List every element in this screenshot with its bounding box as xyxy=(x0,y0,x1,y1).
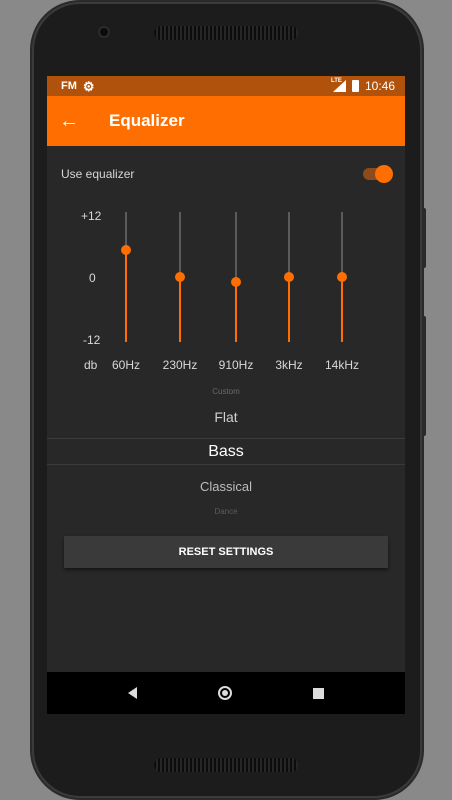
reset-settings-button[interactable]: RESET SETTINGS xyxy=(64,536,388,568)
navigation-bar xyxy=(47,672,405,714)
equalizer-toggle[interactable] xyxy=(363,164,393,184)
nav-home-icon[interactable] xyxy=(217,686,232,700)
signal-icon: LTE xyxy=(331,78,346,92)
preset-custom[interactable]: Custom xyxy=(47,387,405,396)
slider-thumb[interactable] xyxy=(231,277,241,288)
use-equalizer-row: Use equalizer xyxy=(61,164,393,184)
slider-thumb[interactable] xyxy=(337,272,347,282)
preset-bass-selected[interactable]: Bass xyxy=(47,443,405,461)
front-camera xyxy=(98,26,110,38)
fm-badge: FM xyxy=(61,80,77,92)
slider-fill xyxy=(179,277,181,342)
scale-max-label: +12 xyxy=(81,209,102,223)
slider-fill xyxy=(288,277,290,342)
band-slider-910hz[interactable] xyxy=(229,212,243,342)
status-bar: FM ⚙ LTE 10:46 xyxy=(47,76,405,96)
battery-icon xyxy=(351,80,359,92)
power-button xyxy=(422,208,426,268)
app-toolbar: ← Equalizer xyxy=(47,96,405,146)
preset-flat[interactable]: Flat xyxy=(47,409,405,425)
slider-thumb[interactable] xyxy=(121,244,131,255)
band-slider-14khz[interactable] xyxy=(335,212,349,342)
slider-thumb[interactable] xyxy=(175,272,185,282)
band-slider-60hz[interactable] xyxy=(119,212,133,342)
clock: 10:46 xyxy=(364,79,395,93)
back-arrow-icon[interactable]: ← xyxy=(47,110,91,133)
band-label-3khz: 3kHz xyxy=(275,358,303,372)
band-label-230hz: 230Hz xyxy=(162,358,198,372)
nav-back-icon[interactable] xyxy=(127,687,137,699)
volume-button xyxy=(422,316,426,436)
band-slider-230hz[interactable] xyxy=(173,212,187,342)
band-label-14khz: 14kHz xyxy=(324,358,359,372)
scale-zero-label: 0 xyxy=(89,271,96,285)
preset-classical[interactable]: Classical xyxy=(47,479,405,494)
preset-dance[interactable]: Dance xyxy=(47,507,405,516)
band-label-60hz: 60Hz xyxy=(111,358,140,372)
slider-fill xyxy=(235,282,237,342)
band-label-910hz: 910Hz xyxy=(218,358,254,372)
band-slider-3khz[interactable] xyxy=(282,212,296,342)
earpiece-speaker xyxy=(154,26,298,40)
scale-min-label: -12 xyxy=(83,333,101,347)
slider-thumb[interactable] xyxy=(284,272,294,282)
gear-icon: ⚙ xyxy=(82,78,95,94)
picker-divider-bottom xyxy=(47,464,405,465)
toggle-thumb xyxy=(375,165,393,183)
slider-fill xyxy=(125,249,127,342)
slider-fill xyxy=(341,277,343,342)
picker-divider-top xyxy=(47,438,405,439)
use-equalizer-label: Use equalizer xyxy=(61,167,135,181)
screen: FM ⚙ LTE 10:46 ← Equalizer Use equalizer… xyxy=(47,76,405,714)
nav-recents-icon[interactable] xyxy=(313,687,325,699)
bottom-speaker xyxy=(154,758,298,772)
page-title: Equalizer xyxy=(109,111,185,130)
